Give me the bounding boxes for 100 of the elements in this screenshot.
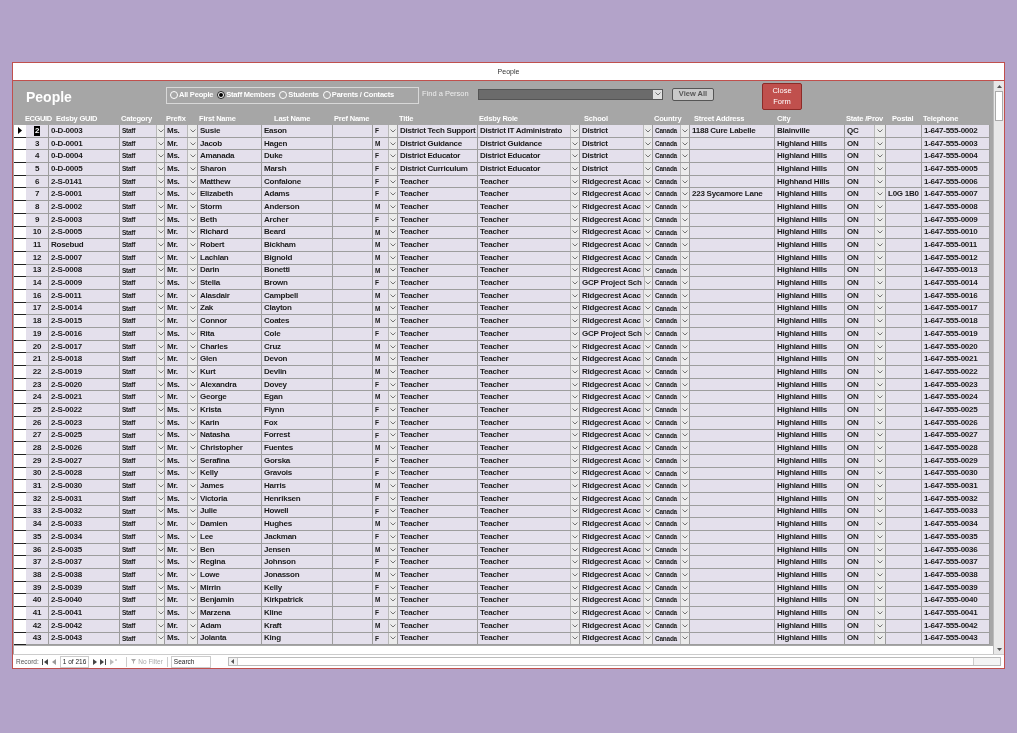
- dropdown-icon[interactable]: [874, 125, 885, 137]
- dropdown-cell[interactable]: Ridgecrest Acac: [580, 201, 653, 214]
- table-cell[interactable]: 24: [26, 391, 49, 405]
- dropdown-cell[interactable]: QC: [845, 125, 886, 138]
- dropdown-icon[interactable]: [643, 328, 652, 340]
- dropdown-icon[interactable]: [874, 632, 885, 645]
- dropdown-icon[interactable]: [874, 353, 885, 366]
- dropdown-icon[interactable]: [388, 569, 397, 581]
- dropdown-icon[interactable]: [570, 480, 579, 492]
- dropdown-icon[interactable]: [874, 302, 885, 315]
- table-cell[interactable]: 7: [26, 188, 49, 202]
- table-cell[interactable]: [333, 201, 373, 214]
- dropdown-icon[interactable]: [680, 556, 689, 569]
- dropdown-cell[interactable]: Teacher: [478, 353, 580, 367]
- dropdown-icon[interactable]: [156, 505, 164, 518]
- table-cell[interactable]: 2-S-0002: [49, 201, 120, 214]
- dropdown-icon[interactable]: [570, 201, 579, 213]
- dropdown-icon[interactable]: [680, 213, 689, 226]
- dropdown-icon[interactable]: [187, 175, 197, 188]
- table-cell[interactable]: Teacher: [398, 404, 478, 417]
- table-cell[interactable]: [333, 607, 373, 620]
- dropdown-icon[interactable]: [388, 391, 397, 404]
- dropdown-cell[interactable]: Ms.: [165, 150, 198, 164]
- dropdown-icon[interactable]: [388, 340, 397, 353]
- dropdown-icon[interactable]: [570, 277, 579, 289]
- table-cell[interactable]: 1-647-555-0024: [922, 391, 990, 405]
- dropdown-icon[interactable]: [187, 632, 197, 645]
- table-cell[interactable]: [886, 163, 922, 176]
- table-cell[interactable]: 2-S-0015: [49, 315, 120, 328]
- dropdown-icon[interactable]: [643, 531, 652, 543]
- table-cell[interactable]: Highland Hills: [775, 404, 845, 417]
- dropdown-icon[interactable]: [874, 378, 885, 391]
- dropdown-icon[interactable]: [643, 239, 652, 251]
- dropdown-icon[interactable]: [388, 277, 397, 289]
- dropdown-cell[interactable]: Ridgecrest Acac: [580, 531, 653, 544]
- record-selector[interactable]: [14, 277, 26, 290]
- dropdown-cell[interactable]: Ridgecrest Acac: [580, 239, 653, 252]
- dropdown-cell[interactable]: Ms.: [165, 556, 198, 570]
- dropdown-icon[interactable]: [156, 454, 164, 467]
- dropdown-cell[interactable]: Teacher: [478, 404, 580, 417]
- dropdown-cell[interactable]: Teacher: [478, 366, 580, 379]
- dropdown-icon[interactable]: [187, 480, 197, 492]
- table-cell[interactable]: Highland Hills: [775, 391, 845, 405]
- record-selector[interactable]: [14, 315, 26, 328]
- dropdown-icon[interactable]: [388, 302, 397, 315]
- table-cell[interactable]: [333, 569, 373, 582]
- dropdown-icon[interactable]: [187, 556, 197, 569]
- table-cell[interactable]: Rosebud: [49, 239, 120, 252]
- table-cell[interactable]: Rita: [198, 328, 262, 341]
- dropdown-cell[interactable]: Ridgecrest Acac: [580, 594, 653, 608]
- dropdown-icon[interactable]: [874, 404, 885, 416]
- table-cell[interactable]: Teacher: [398, 518, 478, 531]
- dropdown-icon[interactable]: [874, 251, 885, 264]
- dropdown-cell[interactable]: Teacher: [478, 315, 580, 328]
- table-cell[interactable]: Teacher: [398, 328, 478, 341]
- table-cell[interactable]: [690, 607, 775, 620]
- table-cell[interactable]: [333, 239, 373, 252]
- dropdown-icon[interactable]: [874, 619, 885, 632]
- dropdown-icon[interactable]: [570, 353, 579, 366]
- dropdown-cell[interactable]: ON: [845, 404, 886, 417]
- table-cell[interactable]: Highland Hills: [775, 442, 845, 455]
- dropdown-icon[interactable]: [388, 137, 397, 150]
- table-cell[interactable]: 2-S-0018: [49, 353, 120, 367]
- dropdown-icon[interactable]: [680, 353, 689, 366]
- dropdown-icon[interactable]: [570, 531, 579, 543]
- table-cell[interactable]: Teacher: [398, 607, 478, 620]
- dropdown-icon[interactable]: [156, 175, 164, 188]
- table-cell[interactable]: Highland Hills: [775, 366, 845, 379]
- record-selector[interactable]: [14, 239, 26, 252]
- dropdown-icon[interactable]: [156, 315, 164, 327]
- dropdown-icon[interactable]: [643, 163, 652, 175]
- dropdown-cell[interactable]: ON: [845, 163, 886, 176]
- table-cell[interactable]: Highland Hills: [775, 150, 845, 164]
- dropdown-icon[interactable]: [388, 416, 397, 429]
- table-cell[interactable]: Lowe: [198, 569, 262, 582]
- table-cell[interactable]: [333, 315, 373, 328]
- dropdown-icon[interactable]: [570, 505, 579, 518]
- dropdown-icon[interactable]: [156, 442, 164, 454]
- dropdown-icon[interactable]: [570, 467, 579, 480]
- dropdown-cell[interactable]: ON: [845, 594, 886, 608]
- table-cell[interactable]: [886, 315, 922, 328]
- table-cell[interactable]: Kirkpatrick: [262, 594, 333, 608]
- dropdown-icon[interactable]: [643, 581, 652, 594]
- dropdown-icon[interactable]: [874, 137, 885, 150]
- dropdown-icon[interactable]: [680, 366, 689, 378]
- table-cell[interactable]: Teacher: [398, 277, 478, 290]
- dropdown-cell[interactable]: Mr.: [165, 594, 198, 608]
- dropdown-cell[interactable]: Mr.: [165, 391, 198, 405]
- dropdown-icon[interactable]: [643, 454, 652, 467]
- table-cell[interactable]: Teacher: [398, 480, 478, 493]
- dropdown-icon[interactable]: [388, 505, 397, 518]
- dropdown-cell[interactable]: Mr.: [165, 366, 198, 379]
- dropdown-icon[interactable]: [680, 480, 689, 492]
- table-cell[interactable]: James: [198, 480, 262, 493]
- dropdown-icon[interactable]: [156, 531, 164, 543]
- table-cell[interactable]: 1-647-555-0038: [922, 569, 990, 582]
- table-cell[interactable]: [690, 556, 775, 570]
- dropdown-icon[interactable]: [874, 581, 885, 594]
- table-cell[interactable]: [690, 594, 775, 608]
- dropdown-icon[interactable]: [570, 264, 579, 277]
